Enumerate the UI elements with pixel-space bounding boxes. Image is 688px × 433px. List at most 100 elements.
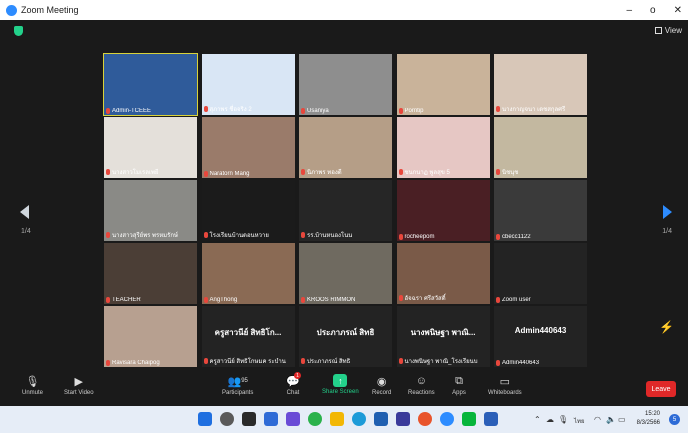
- apps-icon: ⧉: [455, 374, 463, 387]
- participant-tile[interactable]: KROOS RIMMON: [299, 243, 392, 304]
- participant-tile[interactable]: ครูสาวนีย์ สิทธิโก... ครูสาวนีย์ สิทธิโกษ…: [201, 306, 295, 367]
- participant-name: ชนกนาฏ พูลสุข 5: [404, 170, 450, 176]
- participant-tile[interactable]: TEACHER: [104, 243, 197, 304]
- participant-video: [396, 54, 490, 115]
- view-button[interactable]: View: [654, 26, 682, 35]
- store-icon[interactable]: [374, 412, 388, 426]
- chat-label: Chat: [286, 390, 300, 396]
- participant-name-label: โรงเรียนบ้านดอนหวาย: [203, 230, 269, 240]
- lightning-icon[interactable]: ⚡: [659, 320, 674, 334]
- participant-name-label: rocheepom: [398, 234, 435, 240]
- share-screen-button[interactable]: ↑ Share Screen: [322, 374, 359, 395]
- participant-tile[interactable]: โรงเรียนบ้านดอนหวาย: [201, 180, 295, 241]
- record-button[interactable]: ◉ Record: [372, 374, 391, 397]
- app-icon[interactable]: [396, 412, 410, 426]
- edge-icon[interactable]: [352, 412, 366, 426]
- participant-name-label: นางสาวสุรีย์พร พรหมรักษ์: [106, 230, 178, 240]
- reactions-button[interactable]: ☺ Reactions: [408, 374, 435, 396]
- participant-tile[interactable]: นิภาพร ทองดี: [299, 117, 392, 178]
- share-screen-icon: ↑: [333, 374, 348, 387]
- line-icon[interactable]: [462, 412, 476, 426]
- task-view-icon[interactable]: [242, 412, 256, 426]
- cloud-icon[interactable]: ☁: [546, 415, 554, 424]
- leave-button[interactable]: Leave: [646, 381, 676, 397]
- mic-muted-icon: [203, 171, 208, 177]
- participant-tile[interactable]: cbecc1122: [494, 180, 587, 241]
- participant-tile[interactable]: rocheepom: [396, 180, 490, 241]
- participant-tile[interactable]: Usaniya: [299, 54, 392, 115]
- participant-name: นางสาวสุรีย์พร พรหมรักษ์: [112, 233, 178, 239]
- mic-muted-icon: [301, 169, 305, 175]
- language-indicator[interactable]: ไทย: [574, 416, 585, 426]
- chat-button[interactable]: 💬 1 Chat: [286, 372, 301, 396]
- participant-name: TEACHER: [112, 297, 141, 303]
- word-icon[interactable]: [484, 412, 498, 426]
- participant-tile[interactable]: Porntip: [396, 54, 490, 115]
- participant-tile[interactable]: นางสาวโมเรลเพยี: [104, 117, 197, 178]
- maximize-button[interactable]: o: [650, 5, 656, 16]
- participant-name: Porntip: [404, 108, 424, 114]
- firefox-icon[interactable]: [418, 412, 432, 426]
- notification-badge[interactable]: 5: [669, 414, 680, 425]
- wifi-icon[interactable]: ◠: [594, 415, 601, 424]
- participant-name: rocheepom: [404, 234, 435, 240]
- reactions-icon: ☺: [415, 375, 427, 387]
- close-button[interactable]: ✕: [674, 5, 682, 16]
- participant-name-label: ชนกนาฏ พูลสุข 5: [398, 167, 450, 177]
- participants-button[interactable]: 👥 95 Participants: [222, 374, 253, 397]
- widgets-icon[interactable]: [264, 412, 278, 426]
- clock[interactable]: 15:20 8/3/2566: [637, 410, 660, 428]
- volume-icon[interactable]: 🔈: [606, 415, 616, 424]
- mic-muted-icon: [106, 232, 110, 238]
- participant-name-label: อัจฉรา ศรีสวัสดิ์: [398, 293, 446, 303]
- start-video-button[interactable]: ▶ Start Video: [64, 374, 94, 397]
- participant-tile[interactable]: สุภาพร ชื่อจริง 2: [201, 54, 295, 115]
- participant-tile[interactable]: Ravisara Chaipog: [104, 306, 197, 367]
- participant-tile[interactable]: นางกาญจนา เดชสกุลศรี: [494, 54, 587, 115]
- participant-name-label: ครูสาวนีย์ สิทธิโกษมค ระบำน: [203, 356, 286, 366]
- minimize-button[interactable]: –: [626, 5, 632, 16]
- participant-name: ครูสาวนีย์ สิทธิโกษมค ระบำน: [209, 359, 286, 365]
- participant-name: AngThong: [209, 297, 238, 303]
- mic-muted-icon: [398, 358, 403, 364]
- participant-tile[interactable]: อัจฉรา ศรีสวัสดิ์: [396, 243, 490, 304]
- whiteboards-button[interactable]: ▭ Whiteboards: [488, 374, 522, 397]
- participant-tile[interactable]: นิชนุช: [494, 117, 587, 178]
- participant-tile[interactable]: ประภาภรณ์ สิทธิ ประภาภรณ์ สิทธิ: [299, 306, 392, 367]
- next-page-arrow-icon[interactable]: [663, 205, 672, 219]
- participant-name: รร.บ้านหนองโนน: [307, 233, 353, 239]
- mic-muted-icon: [106, 108, 110, 114]
- participant-name: Admin440643: [502, 360, 540, 366]
- prev-page-arrow-icon[interactable]: [20, 205, 29, 219]
- participant-video: [494, 306, 587, 367]
- participant-name: Usaniya: [307, 108, 329, 114]
- participant-tile[interactable]: Admin440643 Admin440643: [494, 306, 587, 367]
- chrome-icon[interactable]: [308, 412, 322, 426]
- search-icon[interactable]: [220, 412, 234, 426]
- mic-muted-icon: [496, 297, 500, 303]
- participant-name: นางสาวโมเรลเพยี: [112, 170, 159, 176]
- windows-start-icon[interactable]: [198, 412, 212, 426]
- participant-tile[interactable]: Naratorn Mang: [201, 117, 295, 178]
- mic-tray-icon[interactable]: 🎙: [558, 415, 568, 424]
- battery-icon[interactable]: ▭: [618, 415, 626, 424]
- participant-tile[interactable]: Admin-TCEEE: [103, 53, 198, 116]
- apps-button[interactable]: ⧉ Apps: [452, 374, 466, 397]
- participant-tile[interactable]: นางสาวสุรีย์พร พรหมรักษ์: [104, 180, 197, 241]
- participant-tile[interactable]: Zoom user: [494, 243, 587, 304]
- file-explorer-icon[interactable]: [330, 412, 344, 426]
- chevron-up-icon[interactable]: ⌃: [534, 415, 541, 424]
- participant-tile[interactable]: ชนกนาฏ พูลสุข 5: [396, 117, 490, 178]
- mic-muted-icon: [106, 297, 110, 303]
- participant-tile[interactable]: นางพนิษฐา พาณิ... นางพนิษฐา พาณิ_โรงเรียน…: [396, 306, 490, 367]
- title-bar: Zoom Meeting – o ✕: [0, 0, 688, 20]
- zoom-taskbar-icon[interactable]: [440, 412, 454, 426]
- unmute-button[interactable]: 🎙 Unmute: [22, 374, 43, 397]
- participant-tile[interactable]: AngThong: [201, 243, 295, 304]
- mic-muted-icon: [398, 169, 403, 175]
- teams-icon[interactable]: [286, 412, 300, 426]
- participant-name-label: Naratorn Mang: [203, 171, 250, 177]
- shield-icon[interactable]: [14, 26, 23, 36]
- participant-video: [201, 243, 295, 304]
- participant-tile[interactable]: รร.บ้านหนองโนน: [299, 180, 392, 241]
